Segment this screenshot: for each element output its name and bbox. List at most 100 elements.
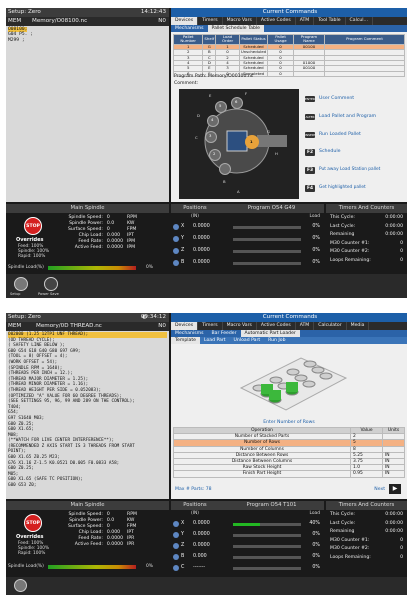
run-mode: MEM [8,323,22,329]
tab-load-part[interactable]: Load Part [200,337,230,344]
timers-header: Timers And Counters [326,501,407,510]
table-row[interactable]: Finish Part Height 0.95 IN [173,470,405,478]
axis-load: 0% [312,236,320,241]
program-header: MEM Memory/0D THREAD.nc N0 [6,322,169,331]
part-slot [303,360,317,368]
timer-value: 0:00:00 [385,512,403,517]
axis-icon [173,532,179,538]
power-save-label[interactable]: Power Save [38,292,59,296]
enter-key[interactable]: ENTER [305,96,315,102]
next-label[interactable]: Next [374,487,385,492]
pallet-marker[interactable] [219,163,231,175]
cell[interactable]: 0.95 [350,470,383,478]
program-line[interactable]: M299 ; [8,38,25,43]
tab-calculator[interactable]: Calculator [314,322,347,330]
tab-pallet-schedule[interactable]: Pallet Schedule Table [207,25,264,32]
pallet-number: 1 [250,139,253,144]
axis-row-z: Z 0.0000 0% [171,541,324,552]
tab-active-codes[interactable]: Active Codes [257,17,296,25]
tab-mechanisms[interactable]: Mechanisms [171,330,208,337]
spindle-load-value: 0% [146,564,153,569]
axis-load-bar [233,523,301,526]
cmd-get-highlighted-pallet[interactable]: Get highlighted pallet [319,185,366,191]
tab-devices[interactable]: Devices [171,17,199,25]
setup-button-label[interactable]: Setup [10,292,20,296]
next-arrow-icon[interactable]: ▶ [389,484,401,494]
timer-row: This Cycle: 0:00:00 [326,511,407,520]
load-station [226,130,248,152]
tab-automatic-part-loader[interactable]: Automatic Part Loader [240,330,300,337]
axis-name: Z [181,543,185,548]
device-subtabs: Mechanisms Pallet Schedule Table [171,25,407,32]
shelf-letter: H [275,151,278,156]
timer-value: 0:00:00 [385,529,403,534]
load-header: Load [309,214,320,219]
tab-atm[interactable]: ATM [296,17,315,25]
cmd-user-comment[interactable]: User Comment [319,96,354,102]
axis-name: X [181,521,185,526]
axis-load-fill [233,523,261,526]
pallet-schedule-table: Pallet Number Shelf Load Order Pallet St… [172,34,405,78]
overrides-label: Overrides [16,237,44,243]
shelf-letter: G [267,129,270,134]
receiver-arm [257,135,287,147]
stop-button[interactable]: STOP [24,514,42,532]
program-editor[interactable]: O08100; G04 P5. ; M299 ; [6,26,169,202]
pallet-number: 3 [209,133,212,138]
cell: Finish Part Height [173,470,351,478]
program-line[interactable]: G00 G53 Z0; [8,483,167,489]
setup-mode: Setup: Zero [8,314,41,320]
insert-key[interactable]: INSERT [305,132,316,138]
timer-value: 0 [400,546,403,551]
tab-run-job[interactable]: Run Job [264,337,289,344]
axis-name: B [181,260,185,265]
tab-macro-vars[interactable]: Macro Vars [223,322,257,330]
axis-value: 0.0000 [193,248,210,253]
axis-load: 0% [312,260,320,265]
axis-name: Y [181,532,184,537]
tab-unload-part[interactable]: Unload Part [230,337,265,344]
cmd-put-away-pallet[interactable]: Put away Load Station pallet [319,167,380,173]
template-settings-table: Operation Value Units Number of Stacked Pa… [173,426,405,478]
timer-value: 0:00:00 [385,520,403,526]
tab-calculator[interactable]: Calcul... [346,17,373,25]
power-save-icon[interactable] [44,277,58,291]
tab-active-codes[interactable]: Active Codes [257,322,296,330]
axis-load: 0% [312,248,320,253]
tab-macro-vars[interactable]: Macro Vars [223,17,257,25]
tab-atm[interactable]: ATM [296,322,315,330]
f2-key[interactable]: F2 [305,149,315,156]
cell [324,70,405,78]
tab-template[interactable]: Template [171,337,200,344]
readout-unit: IPR [127,542,135,547]
timer-row: M30 Counter #2: 0 [326,248,407,257]
f3-key[interactable]: F3 [305,167,315,174]
tab-bar-feeder[interactable]: Bar Feeder [208,330,241,337]
alter-key[interactable]: ALTER [305,114,315,120]
tab-timers[interactable]: Timers [198,322,223,330]
stop-button[interactable]: STOP [24,217,42,235]
f4-key[interactable]: F4 [305,185,315,192]
tab-devices[interactable]: Devices [171,322,199,330]
cmd-run-loaded-pallet[interactable]: Run Loaded Pallet [319,132,361,138]
cmd-schedule[interactable]: Schedule [319,149,341,155]
tab-timers[interactable]: Timers [198,17,223,25]
tab-media[interactable]: Media [347,322,370,330]
tab-mechanisms[interactable]: Mechanisms [171,25,208,32]
axis-icon [173,565,179,571]
cmd-load-pallet-program[interactable]: Load Pallet and Program [319,114,376,120]
spindle-load-row: Spindle Load(%) 0% [6,263,169,272]
setup-icon[interactable] [14,579,27,592]
override-values: Feed: 100% Spindle: 100% Rapid: 100% [18,541,49,556]
commands-tabs: Devices Timers Macro Vars Active Codes A… [171,322,407,330]
spindle-panel: STOP Overrides Feed: 100% Spindle: 100% … [6,510,169,562]
program-line[interactable]: G04 P5. ; [8,32,33,37]
timer-label: M30 Counter #1: [330,537,370,543]
axis-name: Z [181,248,185,253]
timer-value: 0 [400,537,403,543]
units-label: (IN) [191,511,200,516]
program-editor[interactable]: O02000 (1.25 12TPI UNF THREAD); (OD THREA… [6,331,169,499]
shelf-letter: B [223,179,226,184]
tab-tool-table[interactable]: Tool Table [314,17,346,25]
setup-icon[interactable] [14,277,28,291]
